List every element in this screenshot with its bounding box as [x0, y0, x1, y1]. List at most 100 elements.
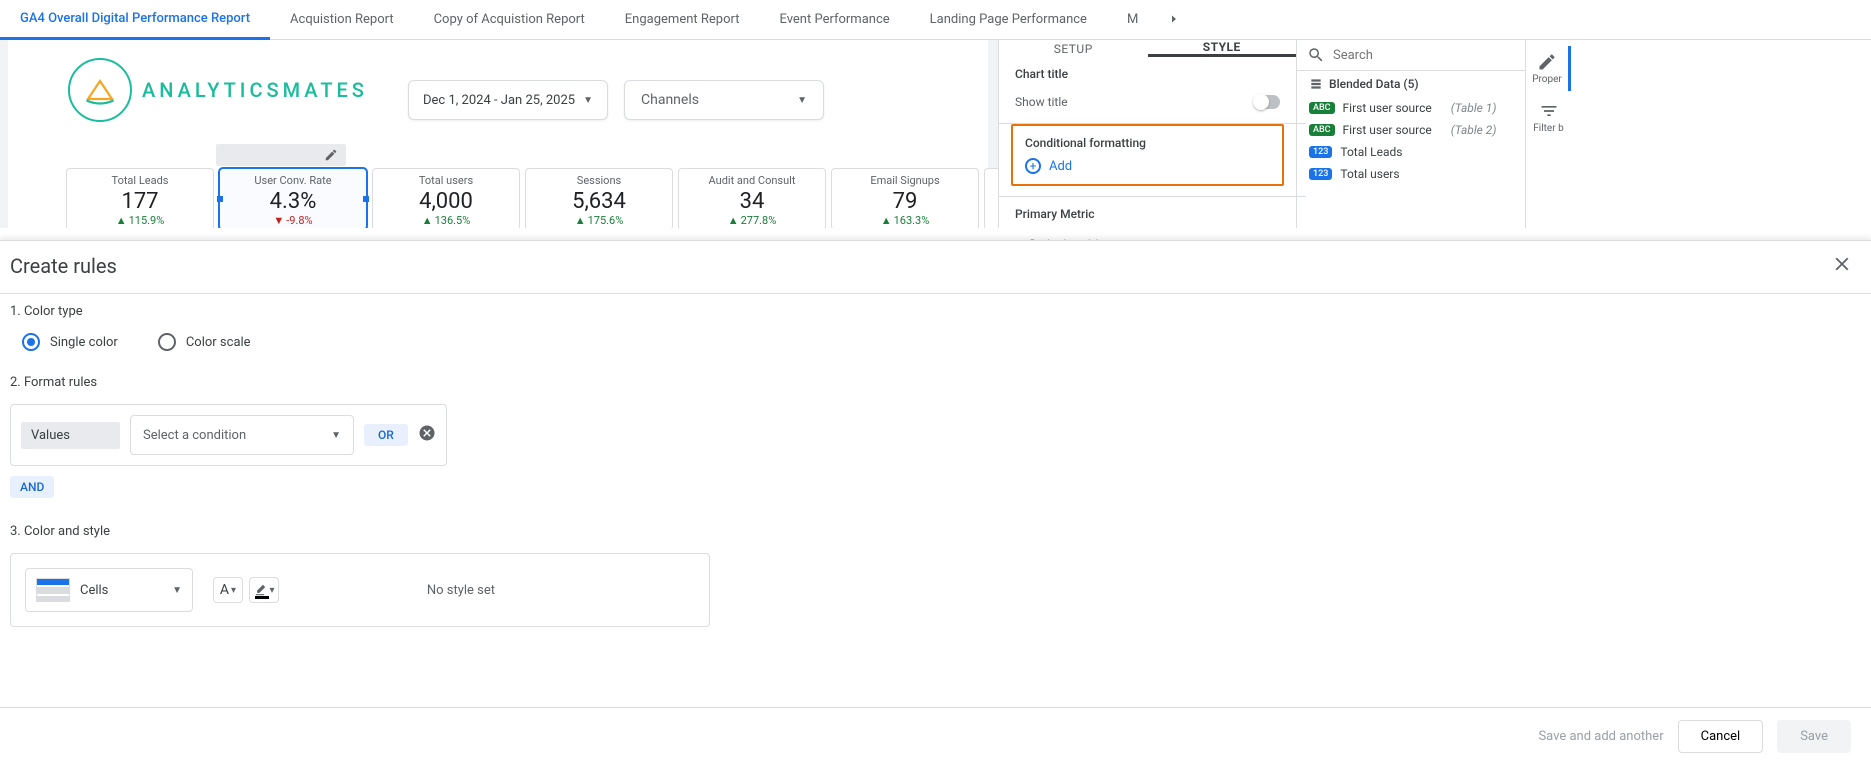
scorecard-value: 5,634 — [572, 189, 626, 214]
cells-icon — [36, 578, 70, 602]
tab-landing-page[interactable]: Landing Page Performance — [910, 0, 1107, 40]
close-button[interactable] — [1831, 253, 1853, 279]
radio-color-scale[interactable]: Color scale — [158, 333, 251, 351]
date-range-picker[interactable]: Dec 1, 2024 - Jan 25, 2025 ▼ — [408, 80, 608, 120]
tab-engagement[interactable]: Engagement Report — [605, 0, 760, 40]
cancel-icon — [418, 424, 436, 442]
text-type-icon: ABC — [1309, 102, 1335, 114]
report-page: ANALYTICSMATES Dec 1, 2024 - Jan 25, 202… — [8, 40, 988, 228]
tab-copy-acquisition[interactable]: Copy of Acquistion Report — [414, 0, 605, 40]
conditional-formatting-section: Conditional formatting + Add — [1011, 124, 1284, 186]
scorecard-delta: ▲163.3% — [881, 214, 930, 227]
pencil-icon — [1537, 52, 1557, 72]
number-type-icon: 123 — [1309, 168, 1332, 180]
or-button[interactable]: OR — [364, 424, 408, 446]
field-total-users[interactable]: 123Total users — [1297, 163, 1525, 185]
scorecard-user-conv-rate[interactable]: User Conv. Rate 4.3% ▼-9.8% — [219, 168, 367, 228]
chart-title-section: Chart title — [1015, 67, 1280, 81]
data-fields-panel: Blended Data (5) ABCFirst user source (T… — [1297, 40, 1525, 228]
report-canvas[interactable]: ANALYTICSMATES Dec 1, 2024 - Jan 25, 202… — [0, 40, 999, 228]
cancel-button[interactable]: Cancel — [1678, 720, 1764, 753]
search-input[interactable] — [1333, 48, 1515, 63]
tab-ga4-overall[interactable]: GA4 Overall Digital Performance Report — [0, 0, 270, 40]
scorecard-title: Email Signups — [870, 174, 939, 187]
no-style-label: No style set — [427, 583, 495, 598]
scorecard-title: Sessions — [577, 174, 621, 187]
search-icon — [1307, 46, 1325, 64]
tab-event-performance[interactable]: Event Performance — [759, 0, 909, 40]
field-first-user-source-1[interactable]: ABCFirst user source (Table 1) — [1297, 97, 1525, 119]
number-type-icon: 123 — [1309, 146, 1332, 158]
scorecard-delta: ▲136.5% — [422, 214, 471, 227]
dropdown-icon: ▼ — [797, 95, 807, 106]
dropdown-icon: ▼ — [583, 95, 593, 106]
right-rail: Proper Filter b — [1525, 40, 1571, 228]
field-total-leads[interactable]: 123Total Leads — [1297, 141, 1525, 163]
modal-title: Create rules — [10, 254, 117, 278]
scorecard-email-signups[interactable]: Email Signups 79 ▲163.3% — [831, 168, 979, 228]
remove-condition-button[interactable] — [418, 424, 436, 446]
field-search[interactable] — [1297, 40, 1525, 71]
primary-metric-title: Primary Metric — [1015, 207, 1280, 221]
dropdown-icon: ▼ — [172, 585, 182, 596]
and-button[interactable]: AND — [10, 476, 54, 498]
add-condition-button[interactable]: + Add — [1025, 158, 1270, 174]
condition-select[interactable]: Select a condition ▼ — [130, 415, 354, 455]
scorecard-value: 79 — [893, 189, 918, 214]
scorecard-title: Total users — [419, 174, 473, 187]
brand-logo: ANALYTICSMATES — [68, 58, 368, 122]
pencil-icon — [324, 148, 338, 162]
save-add-another-button[interactable]: Save and add another — [1538, 729, 1663, 744]
scorecard-edit-toolbar[interactable] — [216, 144, 346, 166]
data-source-title[interactable]: Blended Data (5) — [1297, 71, 1525, 97]
tabs-scroll-right[interactable] — [1158, 10, 1190, 29]
channel-filter[interactable]: Channels ▼ — [624, 80, 824, 120]
show-title-label: Show title — [1015, 95, 1068, 109]
format-rule-row: Values Select a condition ▼ OR — [10, 404, 447, 466]
create-rules-panel: Create rules 1. Color type Single color … — [0, 240, 1871, 765]
scorecard-total-users[interactable]: Total users 4,000 ▲136.5% — [372, 168, 520, 228]
logo-text: ANALYTICSMATES — [142, 78, 368, 102]
font-color-button[interactable]: A▾ — [213, 577, 243, 603]
tab-style[interactable]: STYLE — [1148, 40, 1297, 57]
scorecard-value: 34 — [740, 189, 765, 214]
tab-more[interactable]: M — [1107, 0, 1158, 40]
channel-label: Channels — [641, 92, 699, 108]
scorecard-delta: ▼-9.8% — [273, 214, 312, 227]
logo-icon — [68, 58, 132, 122]
text-type-icon: ABC — [1309, 124, 1335, 136]
paint-icon — [253, 583, 267, 597]
add-label: Add — [1049, 159, 1072, 174]
tab-setup[interactable]: SETUP — [999, 40, 1148, 57]
apply-to-cells-select[interactable]: Cells ▼ — [25, 568, 193, 612]
scorecard-row: Total Leads 177 ▲115.9% User Conv. Rate … — [66, 168, 999, 228]
scorecard-title: User Conv. Rate — [254, 174, 331, 187]
scorecard-value: 4,000 — [419, 189, 473, 214]
scorecard-value: 177 — [121, 189, 158, 214]
filter-icon — [1539, 101, 1559, 121]
scorecard-title: Total Leads — [112, 174, 169, 187]
scorecard-sessions[interactable]: Sessions 5,634 ▲175.6% — [525, 168, 673, 228]
cond-format-title: Conditional formatting — [1025, 136, 1270, 150]
rule-target-values[interactable]: Values — [21, 422, 120, 449]
show-title-toggle[interactable] — [1254, 95, 1280, 109]
filter-bar-button[interactable]: Filter b — [1526, 95, 1571, 140]
date-range-label: Dec 1, 2024 - Jan 25, 2025 — [423, 93, 575, 108]
fill-color-button[interactable]: ▾ — [249, 577, 279, 603]
scorecard-delta: ▲277.8% — [728, 214, 777, 227]
dropdown-icon: ▼ — [331, 430, 341, 441]
tab-acquisition[interactable]: Acquistion Report — [270, 0, 414, 40]
close-icon — [1831, 253, 1853, 275]
step-1-color-type: 1. Color type — [10, 304, 1861, 319]
scorecard-gated-content[interactable]: Gated Content 55 ▲71.9% — [984, 168, 999, 228]
radio-single-color[interactable]: Single color — [22, 333, 118, 351]
report-tabs: GA4 Overall Digital Performance Report A… — [0, 0, 1871, 40]
save-button[interactable]: Save — [1777, 720, 1851, 753]
field-first-user-source-2[interactable]: ABCFirst user source (Table 2) — [1297, 119, 1525, 141]
scorecard-delta: ▲175.6% — [575, 214, 624, 227]
scorecard-title: Audit and Consult — [709, 174, 796, 187]
scorecard-audit-consult[interactable]: Audit and Consult 34 ▲277.8% — [678, 168, 826, 228]
properties-button[interactable]: Proper — [1526, 46, 1571, 91]
datasource-icon — [1309, 77, 1323, 91]
scorecard-total-leads[interactable]: Total Leads 177 ▲115.9% — [66, 168, 214, 228]
